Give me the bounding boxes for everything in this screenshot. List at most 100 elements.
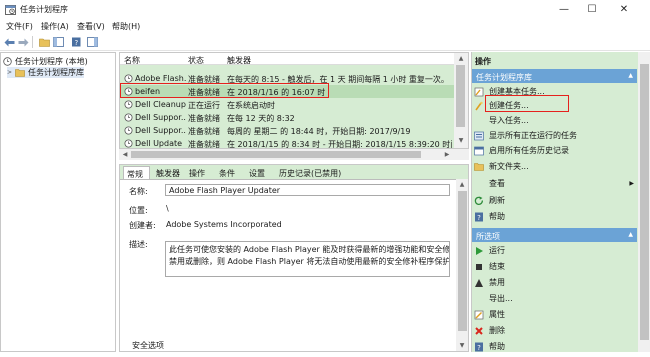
action-label: 帮助 — [489, 342, 505, 351]
tab-triggers[interactable]: 触发器 — [153, 166, 185, 179]
minimize-button[interactable]: — — [550, 0, 578, 19]
actions-scrollbar[interactable] — [638, 52, 650, 352]
detail-vertical-scrollbar[interactable]: ▲ ▼ — [456, 179, 468, 351]
menu-file[interactable]: 文件(F) — [6, 21, 33, 32]
task-status: 准备就绪 — [188, 127, 220, 136]
chevron-up-icon[interactable]: ▲ — [628, 231, 633, 238]
action-run[interactable]: 运行 — [474, 244, 634, 257]
action-create-basic-task[interactable]: 创建基本任务... — [474, 85, 634, 98]
scrollbar-thumb[interactable] — [640, 64, 649, 340]
tree-item-root[interactable]: 任务计划程序 (本地) — [3, 56, 88, 67]
section-header-label: 任务计划程序库 — [476, 73, 532, 82]
action-label: 创建基本任务... — [489, 87, 545, 96]
section-header-selected[interactable]: 所选项 ▲ — [472, 228, 637, 242]
section-header-library[interactable]: 任务计划程序库 ▲ — [472, 69, 637, 83]
table-row[interactable]: Dell Cleanup 正在运行 在系统启动时 — [120, 98, 454, 111]
action-properties[interactable]: 属性 — [474, 308, 634, 321]
scrollbar-thumb[interactable] — [456, 65, 465, 127]
toolbar-separator — [32, 36, 33, 48]
task-name-field[interactable]: Adobe Flash Player Updater — [165, 184, 450, 196]
action-export[interactable]: 导出... — [474, 292, 634, 305]
running-tasks-icon — [474, 131, 484, 141]
author-label: 创建者: — [129, 221, 156, 230]
task-status: 准备就绪 — [188, 75, 220, 84]
task-name: Adobe Flash... — [135, 74, 186, 83]
action-end[interactable]: 结束 — [474, 260, 634, 273]
action-label: 显示所有正在运行的任务 — [489, 131, 577, 140]
action-delete[interactable]: 删除 — [474, 324, 634, 337]
section-header-label: 所选项 — [476, 232, 500, 241]
show-hide-action-pane-icon[interactable] — [86, 36, 98, 48]
column-header-trigger[interactable]: 触发器 — [227, 55, 251, 66]
action-label: 属性 — [489, 310, 505, 319]
name-label: 名称: — [129, 187, 148, 196]
task-trigger: 在每天的 8:15 - 触发后，在 1 天 期间每隔 1 小时 重复一次。 — [227, 75, 449, 84]
task-trigger: 在 2018/1/16 的 16:07 时 — [227, 88, 326, 97]
show-hide-tree-icon[interactable] — [52, 36, 64, 48]
task-name: Dell Update — [135, 139, 183, 148]
center-pane: 名称 状态 触发器 Adobe Flash... 准备就绪 在每天的 8:15 … — [119, 52, 469, 352]
window-title: 任务计划程序 — [20, 5, 68, 14]
maximize-button[interactable]: ☐ — [578, 0, 606, 19]
scroll-right-arrow-icon[interactable]: ▶ — [442, 151, 452, 158]
actions-title: 操作 — [475, 57, 491, 66]
tree-item-library[interactable]: > 任务计划程序库 — [7, 67, 85, 78]
action-import-task[interactable]: 导入任务... — [474, 114, 634, 127]
tab-history[interactable]: 历史记录(已禁用) — [276, 166, 346, 179]
tab-general[interactable]: 常规 — [123, 166, 150, 179]
tree-root-label: 任务计划程序 (本地) — [15, 57, 88, 66]
back-arrow-icon[interactable] — [3, 36, 15, 48]
chevron-right-icon[interactable]: > — [7, 69, 12, 76]
menu-help[interactable]: 帮助(H) — [112, 21, 140, 32]
chevron-up-icon[interactable]: ▲ — [628, 72, 633, 79]
security-options-label: 安全选项 — [132, 341, 164, 350]
tab-actions[interactable]: 操作 — [186, 166, 212, 179]
action-show-running-tasks[interactable]: 显示所有正在运行的任务 — [474, 129, 634, 142]
action-refresh[interactable]: 刷新 — [474, 194, 634, 207]
tab-settings[interactable]: 设置 — [246, 166, 272, 179]
task-status: 准备就绪 — [188, 88, 220, 97]
table-row[interactable]: Dell Update 准备就绪 在 2018/1/15 的 8:34 时 - … — [120, 137, 454, 148]
table-row[interactable]: Dell Suppor... 准备就绪 在每 12 天的 8:32 — [120, 111, 454, 124]
column-header-status[interactable]: 状态 — [188, 55, 204, 66]
forward-arrow-icon[interactable] — [17, 36, 29, 48]
description-field[interactable]: 此任务可使您安装的 Adobe Flash Player 能及时获得最新的增强功… — [165, 241, 450, 277]
scroll-down-arrow-icon[interactable]: ▼ — [456, 137, 466, 144]
scroll-down-arrow-icon[interactable]: ▼ — [457, 342, 467, 349]
action-create-task[interactable]: 创建任务... — [474, 99, 634, 112]
close-button[interactable]: ✕ — [610, 0, 638, 19]
action-label: 启用所有任务历史记录 — [489, 146, 569, 155]
scroll-up-arrow-icon[interactable]: ▲ — [456, 55, 466, 62]
location-label: 位置: — [129, 206, 148, 215]
task-list-horizontal-scrollbar[interactable]: ◀ ▶ — [119, 149, 469, 160]
task-name: Dell Suppor... — [135, 126, 186, 135]
scrollbar-thumb[interactable] — [458, 191, 467, 331]
action-disable[interactable]: 禁用 — [474, 276, 634, 289]
scroll-left-arrow-icon[interactable]: ◀ — [120, 151, 130, 158]
action-new-folder[interactable]: 新文件夹... — [474, 160, 634, 173]
scrollbar-thumb[interactable] — [131, 151, 421, 158]
menu-view[interactable]: 查看(V) — [77, 21, 105, 32]
svg-text:?: ? — [477, 344, 481, 352]
task-detail-pane: 常规 触发器 操作 条件 设置 历史记录(已禁用) 名称: Adobe Flas… — [119, 164, 469, 352]
action-enable-history[interactable]: 启用所有任务历史记录 — [474, 144, 634, 157]
column-header-name[interactable]: 名称 — [124, 55, 140, 66]
help-book-icon[interactable]: ? — [70, 36, 82, 48]
action-help[interactable]: ? 帮助 — [474, 210, 634, 223]
task-trigger: 每周的 星期二 的 18:44 时，开始日期: 2017/9/19 — [227, 127, 411, 136]
table-row[interactable]: Dell Suppor... 准备就绪 每周的 星期二 的 18:44 时，开始… — [120, 124, 454, 137]
action-label: 运行 — [489, 246, 505, 255]
scroll-up-arrow-icon[interactable]: ▲ — [457, 181, 467, 188]
action-help-selected[interactable]: ? 帮助 — [474, 340, 634, 353]
menu-action[interactable]: 操作(A) — [41, 21, 69, 32]
task-list-header: 名称 状态 触发器 — [120, 53, 454, 65]
tab-conditions[interactable]: 条件 — [216, 166, 242, 179]
task-list-vertical-scrollbar[interactable]: ▲ ▼ — [454, 53, 468, 148]
run-icon — [474, 246, 484, 256]
tree-library-label: 任务计划程序库 — [28, 68, 85, 77]
table-row[interactable]: beifen 准备就绪 在 2018/1/16 的 16:07 时 — [120, 85, 454, 98]
delete-icon — [474, 326, 484, 336]
up-folder-icon[interactable] — [38, 36, 50, 48]
table-row[interactable]: Adobe Flash... 准备就绪 在每天的 8:15 - 触发后，在 1 … — [120, 72, 454, 85]
action-view[interactable]: 查看 ▶ — [474, 177, 634, 190]
